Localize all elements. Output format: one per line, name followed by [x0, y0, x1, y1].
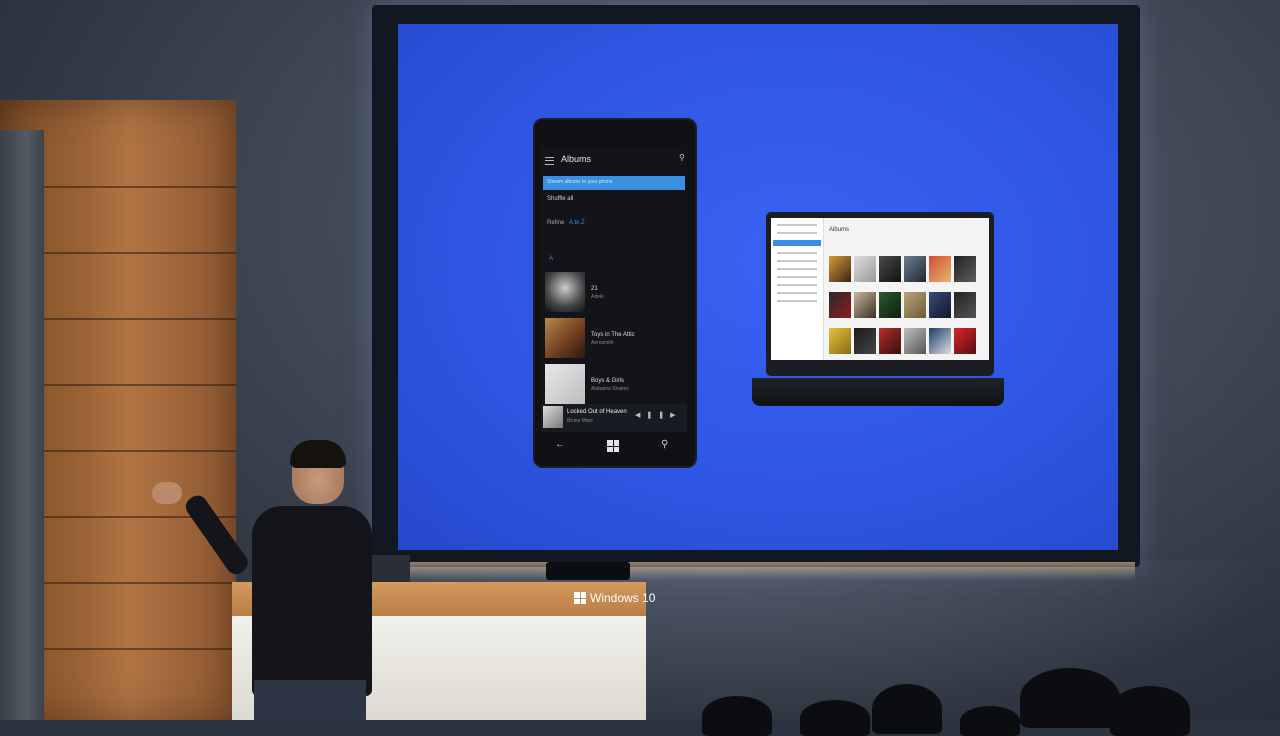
album-artist: Adele: [591, 294, 604, 300]
search-icon[interactable]: ⚲: [661, 439, 668, 450]
presenter-jeans: [254, 680, 366, 720]
section-letter: A: [549, 256, 554, 262]
album-tile[interactable]: [879, 256, 901, 282]
gray-pillar: [0, 130, 44, 720]
phone-device: Albums ⚲ Stream albums to your phone Shu…: [533, 118, 697, 468]
refine-label: Refine: [547, 220, 565, 226]
album-list-item[interactable]: Toys in The Attic Aerosmith: [545, 318, 685, 358]
album-tile[interactable]: [854, 256, 876, 282]
album-tile[interactable]: [829, 292, 851, 318]
album-list-item[interactable]: Boys & Girls Alabama Shakes: [545, 364, 685, 404]
screen-underglow: [395, 562, 1135, 580]
laptop-screen: Albums: [771, 218, 989, 368]
album-tile[interactable]: [879, 292, 901, 318]
screen-stand: [546, 562, 630, 580]
podium-brand-text: Windows 10: [590, 591, 656, 605]
album-tile[interactable]: [929, 256, 951, 282]
album-grid: [829, 256, 985, 354]
album-name: Boys & Girls: [591, 378, 625, 384]
phone-nav-bar: ← ⚲: [541, 436, 687, 458]
laptop-page-title: Albums: [829, 227, 850, 233]
laptop-taskbar: [771, 360, 989, 368]
search-icon[interactable]: ⚲: [679, 153, 685, 162]
album-tile[interactable]: [854, 328, 876, 354]
laptop-keyboard-base: [752, 378, 1004, 406]
presenter-hair: [290, 440, 346, 468]
now-playing-art: [543, 406, 563, 428]
album-name: 21: [591, 286, 598, 292]
phone-highlight-text: Stream albums to your phone: [547, 179, 613, 185]
album-name: Toys in The Attic: [591, 332, 635, 338]
now-playing-bar[interactable]: Locked Out of Heaven Bruno Mars ◀❚❚▶: [541, 404, 687, 432]
presenter-hand: [152, 482, 182, 504]
shuffle-all-button[interactable]: Shuffle all: [547, 196, 573, 202]
album-tile[interactable]: [929, 292, 951, 318]
album-tile[interactable]: [904, 256, 926, 282]
projection-screen: [398, 24, 1118, 550]
album-tile[interactable]: [954, 328, 976, 354]
refine-dropdown[interactable]: A to Z: [569, 220, 585, 226]
album-tile[interactable]: [929, 328, 951, 354]
album-tile[interactable]: [904, 328, 926, 354]
album-art: [545, 272, 585, 312]
phone-screen: Albums ⚲ Stream albums to your phone Shu…: [541, 146, 687, 432]
hamburger-menu-icon[interactable]: [545, 157, 554, 165]
laptop-sidebar: [771, 218, 824, 368]
album-tile[interactable]: [954, 292, 976, 318]
laptop-device: Albums: [766, 212, 994, 376]
album-art: [545, 364, 585, 404]
windows-logo-icon: [574, 592, 586, 604]
audience: [640, 660, 1280, 736]
album-tile[interactable]: [829, 256, 851, 282]
presenter-arm: [181, 491, 252, 579]
presenter: [150, 440, 380, 720]
album-tile[interactable]: [854, 292, 876, 318]
presenter-shirt: [252, 506, 372, 696]
windows-start-icon[interactable]: [607, 440, 619, 452]
album-artist: Aerosmith: [591, 340, 614, 346]
album-artist: Alabama Shakes: [591, 386, 629, 392]
playback-controls-icon[interactable]: ◀❚❚▶: [635, 411, 682, 419]
album-tile[interactable]: [829, 328, 851, 354]
album-list-item[interactable]: 21 Adele: [545, 272, 685, 312]
now-playing-title: Locked Out of Heaven: [567, 409, 627, 415]
sidebar-item-albums[interactable]: [773, 240, 821, 246]
album-tile[interactable]: [904, 292, 926, 318]
album-tile[interactable]: [954, 256, 976, 282]
phone-page-title: Albums: [561, 154, 592, 164]
back-arrow-icon[interactable]: ←: [555, 439, 565, 450]
now-playing-artist: Bruno Mars: [567, 418, 593, 424]
windows-10-logo: Windows 10: [574, 590, 655, 606]
album-tile[interactable]: [879, 328, 901, 354]
album-art: [545, 318, 585, 358]
